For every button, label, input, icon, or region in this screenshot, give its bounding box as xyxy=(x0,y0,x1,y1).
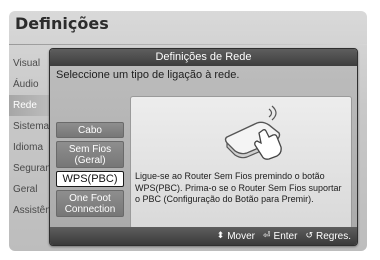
hint-enter: ⏎ Enter xyxy=(263,231,297,242)
menu-item-network[interactable]: Rede xyxy=(9,95,51,116)
dialog-footer: ⬍ Mover ⏎ Enter ↺ Regres. xyxy=(50,227,357,245)
option-wireless-general[interactable]: Sem Fios (Geral) xyxy=(56,141,124,168)
return-icon: ↺ xyxy=(305,231,313,241)
settings-menu: Visual Áudio Rede Sistema Idioma Seguran… xyxy=(9,53,51,221)
page-title: Definições xyxy=(15,14,109,33)
hint-enter-label: Enter xyxy=(273,230,298,242)
dialog-title: Definições de Rede xyxy=(50,49,357,66)
description-panel: Ligue-se ao Router Sem Fios premindo o b… xyxy=(130,96,352,229)
hint-back-label: Regres. xyxy=(315,230,351,242)
option-description: Ligue-se ao Router Sem Fios premindo o b… xyxy=(135,171,342,204)
network-settings-dialog: Definições de Rede Seleccione um tipo de… xyxy=(49,48,358,246)
menu-item-security[interactable]: Segurança xyxy=(9,158,51,179)
router-icon xyxy=(224,105,282,160)
option-one-foot-connection[interactable]: One Foot Connection xyxy=(56,190,124,217)
menu-item-system[interactable]: Sistema xyxy=(9,116,51,137)
updown-arrows-icon: ⬍ xyxy=(216,231,225,241)
menu-item-support[interactable]: Assistência xyxy=(9,200,51,221)
settings-screen: Definições Visual Áudio Rede Sistema Idi… xyxy=(9,11,367,251)
hint-move: ⬍ Mover xyxy=(217,231,255,242)
connection-type-list: Cabo Sem Fios (Geral) WPS(PBC) One Foot … xyxy=(56,122,124,220)
hint-back: ↺ Regres. xyxy=(305,231,351,242)
menu-item-general[interactable]: Geral xyxy=(9,179,51,200)
hint-move-label: Mover xyxy=(227,230,255,242)
enter-icon: ⏎ xyxy=(262,231,271,241)
option-wps-pbc[interactable]: WPS(PBC) xyxy=(56,171,124,187)
title-divider xyxy=(9,44,367,45)
dialog-prompt: Seleccione um tipo de ligação à rede. xyxy=(56,69,240,81)
menu-item-language[interactable]: Idioma xyxy=(9,137,51,158)
menu-item-audio[interactable]: Áudio xyxy=(9,74,51,95)
dialog-body: Seleccione um tipo de ligação à rede. Ca… xyxy=(50,66,357,229)
option-cable[interactable]: Cabo xyxy=(56,122,124,138)
menu-item-visual[interactable]: Visual xyxy=(9,53,51,74)
